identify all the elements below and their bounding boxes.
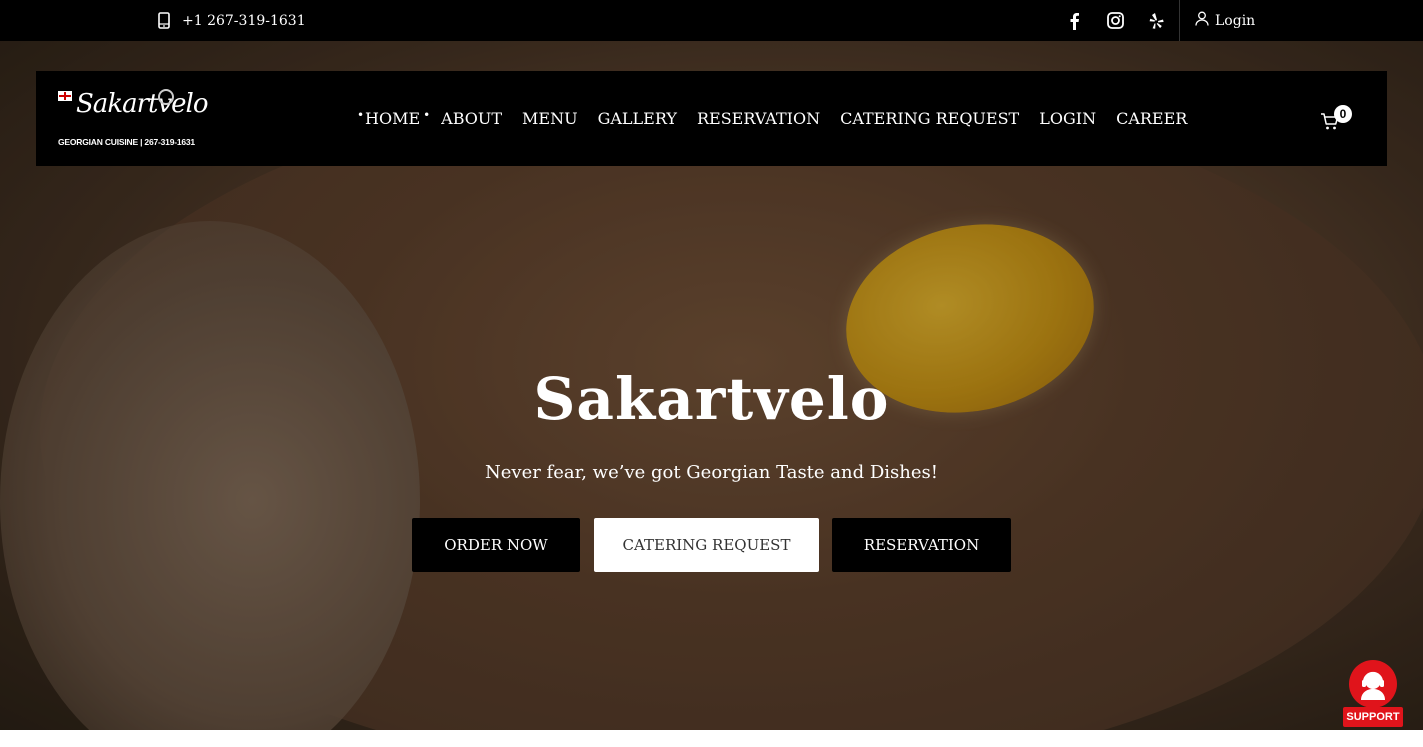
user-icon <box>1195 11 1209 30</box>
nav-home[interactable]: HOME <box>357 108 430 128</box>
nav-about[interactable]: ABOUT <box>441 109 502 128</box>
catering-request-button[interactable]: CATERING REQUEST <box>594 518 819 572</box>
cart-count-badge: 0 <box>1334 105 1352 123</box>
logo-script: Sakartvelo <box>76 89 208 119</box>
support-agent-icon[interactable] <box>1349 660 1397 708</box>
nav-reservation[interactable]: RESERVATION <box>697 109 820 128</box>
nav-catering-request[interactable]: CATERING REQUEST <box>840 109 1019 128</box>
nav-gallery[interactable]: GALLERY <box>598 109 677 128</box>
support-label[interactable]: SUPPORT <box>1343 707 1403 727</box>
phone-number[interactable]: +1 267-319-1631 <box>182 13 306 29</box>
phone-icon <box>158 12 170 29</box>
main-navbar: Sakartvelo GEORGIAN CUISINE | 267-319-16… <box>36 71 1387 166</box>
reservation-button[interactable]: RESERVATION <box>832 518 1011 572</box>
nav-menu-link[interactable]: MENU <box>522 109 578 128</box>
support-widget[interactable]: SUPPORT <box>1343 660 1403 727</box>
instagram-icon[interactable] <box>1105 11 1125 31</box>
phone-contact[interactable]: +1 267-319-1631 <box>158 0 306 41</box>
site-logo[interactable]: Sakartvelo GEORGIAN CUISINE | 267-319-16… <box>58 87 208 149</box>
top-login-label[interactable]: Login <box>1215 13 1255 29</box>
georgian-flag-icon <box>58 91 72 101</box>
social-links <box>1064 0 1166 41</box>
order-now-button[interactable]: ORDER NOW <box>412 518 580 572</box>
logo-tagline: GEORGIAN CUISINE | 267-319-1631 <box>58 137 195 147</box>
top-login-link[interactable]: Login <box>1179 0 1255 41</box>
nav-login[interactable]: LOGIN <box>1039 109 1096 128</box>
nav-menu: HOME ABOUT MENU GALLERY RESERVATION CATE… <box>357 71 1187 166</box>
facebook-icon[interactable] <box>1064 11 1084 31</box>
top-bar: +1 267-319-1631 Login <box>0 0 1423 41</box>
seal-icon <box>158 89 174 105</box>
hero-title: Sakartvelo <box>533 365 890 433</box>
nav-career[interactable]: CAREER <box>1116 109 1187 128</box>
hero-subtitle: Never fear, we’ve got Georgian Taste and… <box>485 462 938 483</box>
yelp-icon[interactable] <box>1146 11 1166 31</box>
